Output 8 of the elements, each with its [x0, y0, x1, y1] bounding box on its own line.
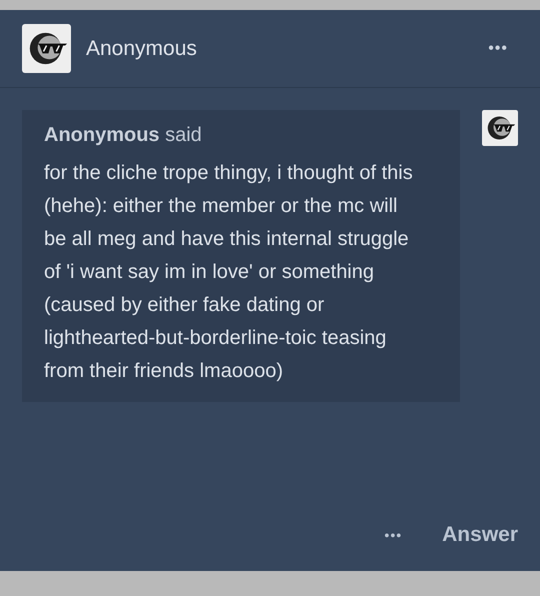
- ask-text: for the cliche trope thingy, i thought of this (hehe): either the member or the mc will be all meg and have this internal struggle of 'i want say im in love' or something (caused by either fake dating or lighthearted-but-borderline-toic teasing from their friends lmaoooo): [44, 161, 414, 384]
- ask-header: Anonymous said: [44, 124, 203, 147]
- avatar-icon: [22, 24, 71, 73]
- more-button[interactable]: •••: [488, 40, 508, 58]
- more-button[interactable]: •••: [384, 527, 402, 543]
- author-name[interactable]: Anonymous: [86, 36, 488, 60]
- avatar-icon: [482, 110, 518, 146]
- answer-button[interactable]: Answer: [442, 523, 518, 547]
